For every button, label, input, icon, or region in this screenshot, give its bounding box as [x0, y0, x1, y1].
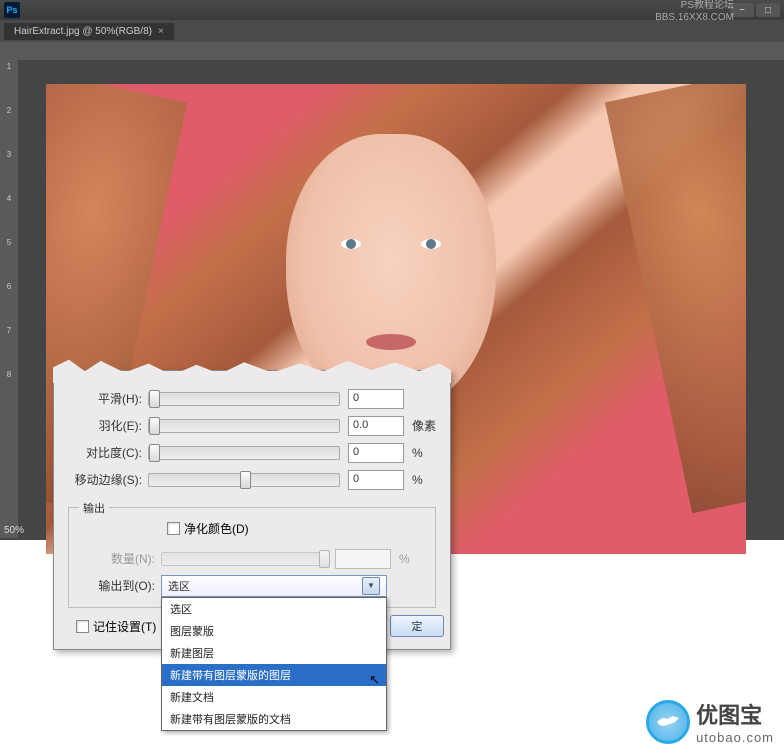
decontaminate-label: 净化颜色(D)	[184, 520, 249, 537]
feather-unit: 像素	[404, 417, 436, 434]
maximize-button[interactable]: □	[756, 3, 780, 17]
dropdown-item[interactable]: 新建文档	[162, 686, 386, 708]
contrast-unit: %	[404, 446, 436, 460]
close-icon[interactable]: ×	[158, 26, 164, 37]
dropdown-item[interactable]: 新建图层	[162, 642, 386, 664]
remember-label: 记住设置(T)	[93, 618, 156, 635]
refine-edge-dialog: 平滑(H): 0 羽化(E): 0.0 像素 对比度(C): 0 % 移动边缘(…	[53, 370, 451, 650]
amount-slider	[161, 552, 327, 566]
contrast-slider[interactable]	[148, 446, 340, 460]
shift-edge-label: 移动边缘(S):	[68, 471, 148, 488]
dropdown-item-selected[interactable]: 新建带有图层蒙版的图层	[162, 664, 386, 686]
chevron-down-icon[interactable]: ▼	[362, 577, 380, 595]
window-controls: − □	[730, 3, 780, 17]
shift-edge-slider[interactable]	[148, 473, 340, 487]
feather-value[interactable]: 0.0	[348, 416, 404, 436]
dropdown-item[interactable]: 选区	[162, 598, 386, 620]
dropdown-item[interactable]: 图层蒙版	[162, 620, 386, 642]
dropdown-item[interactable]: 新建带有图层蒙版的文档	[162, 708, 386, 730]
ruler-horizontal	[18, 42, 784, 60]
output-to-dropdown: 选区 图层蒙版 新建图层 新建带有图层蒙版的图层 新建文档 新建带有图层蒙版的文…	[161, 597, 387, 731]
ok-button[interactable]: 定	[390, 615, 444, 637]
decontaminate-row: 净化颜色(D)	[81, 520, 423, 537]
ruler-corner	[0, 42, 18, 60]
feather-slider[interactable]	[148, 419, 340, 433]
decontaminate-checkbox[interactable]	[167, 522, 180, 535]
logo-sub: utobao.com	[696, 730, 774, 745]
output-fieldset: 输出 净化颜色(D) 数量(N): % 输出到(O): 选区 ▼ 选区 图层蒙版	[68, 507, 436, 608]
amount-value	[335, 549, 391, 569]
shift-edge-unit: %	[404, 473, 436, 487]
document-tabs: HairExtract.jpg @ 50%(RGB/8) ×	[0, 20, 784, 42]
output-to-row: 输出到(O): 选区 ▼ 选区 图层蒙版 新建图层 新建带有图层蒙版的图层 新建…	[81, 572, 423, 599]
contrast-value[interactable]: 0	[348, 443, 404, 463]
smooth-value[interactable]: 0	[348, 389, 404, 409]
shift-edge-row: 移动边缘(S): 0 %	[68, 466, 436, 493]
minimize-button[interactable]: −	[730, 3, 754, 17]
logo-text: 优图宝	[696, 698, 774, 730]
tab-label: HairExtract.jpg @ 50%(RGB/8)	[14, 26, 152, 37]
amount-row: 数量(N): %	[81, 545, 423, 572]
logo-icon	[646, 700, 690, 744]
feather-label: 羽化(E):	[68, 417, 148, 434]
smooth-label: 平滑(H):	[68, 390, 148, 407]
remember-checkbox[interactable]	[76, 620, 89, 633]
contrast-row: 对比度(C): 0 %	[68, 439, 436, 466]
shift-edge-value[interactable]: 0	[348, 470, 404, 490]
smooth-slider[interactable]	[148, 392, 340, 406]
watermark-logo: 优图宝 utobao.com	[646, 698, 774, 745]
ruler-vertical: 12345678	[0, 42, 18, 538]
feather-row: 羽化(E): 0.0 像素	[68, 412, 436, 439]
amount-unit: %	[391, 552, 423, 566]
output-to-label: 输出到(O):	[81, 577, 161, 594]
amount-label: 数量(N):	[81, 550, 161, 567]
output-to-select[interactable]: 选区 ▼	[161, 575, 387, 597]
ps-app-icon: Ps	[4, 2, 20, 18]
output-to-selected: 选区	[168, 578, 190, 594]
document-tab[interactable]: HairExtract.jpg @ 50%(RGB/8) ×	[4, 23, 174, 40]
zoom-level: 50%	[4, 525, 24, 536]
title-bar: Ps − □ PS教程论坛 BBS.16XX8.COM	[0, 0, 784, 20]
output-legend: 输出	[79, 500, 109, 516]
smooth-row: 平滑(H): 0	[68, 385, 436, 412]
contrast-label: 对比度(C):	[68, 444, 148, 461]
